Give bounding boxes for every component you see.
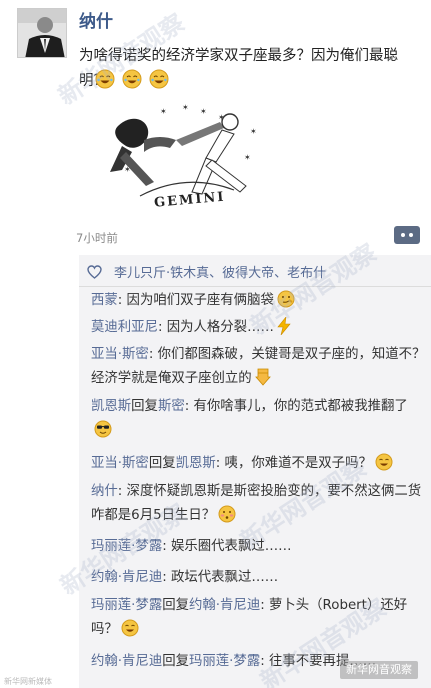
comment-author[interactable]: 西蒙 xyxy=(91,293,118,308)
comment-reply-word: 回复 xyxy=(131,399,158,414)
laughing-face-icon xyxy=(122,69,142,89)
comment-text: : 因为咱们双子座有俩脑袋 xyxy=(117,293,274,308)
point-down-icon xyxy=(254,368,271,386)
svg-text:✶: ✶ xyxy=(244,153,251,162)
svg-text:✶: ✶ xyxy=(200,107,207,116)
comment-author[interactable]: 凯恩斯 xyxy=(91,399,131,414)
grin-face-icon xyxy=(121,619,139,637)
comment-more-button[interactable] xyxy=(394,226,420,244)
dot-icon xyxy=(409,233,413,237)
comment-text: : 咦，你难道不是双子吗？ xyxy=(215,456,372,471)
footer-source-label: 新华网新媒体 xyxy=(4,677,52,686)
comment-author[interactable]: 约翰·肯尼迪 xyxy=(91,654,162,669)
comment-item: 约翰·肯尼迪: 政坛代表飘过…… xyxy=(91,566,426,590)
smirk-face-icon xyxy=(277,290,295,308)
post-timestamp: 7小时前 xyxy=(76,231,118,245)
comment-item: 玛丽莲·梦露回复约翰·肯尼迪: 萝卜头（Robert）还好吗？ xyxy=(91,594,426,642)
laughing-face-icon xyxy=(95,69,115,89)
likes-divider xyxy=(79,286,431,287)
svg-text:✶: ✶ xyxy=(182,103,189,112)
post-image-gemini[interactable]: ✶✶✶ ✶✶✶ ✶✶ GEMINI xyxy=(96,100,268,212)
comment-item: 玛丽莲·梦露: 娱乐圈代表飘过…… xyxy=(91,535,426,559)
laughing-face-icon xyxy=(149,69,169,89)
comment-item: 凯恩斯回复斯密: 有你啥事儿，你的范式都被我推翻了 xyxy=(91,395,426,443)
comment-section: 李儿只斤·铁木真、彼得大帝、老布什 西蒙: 因为咱们双子座有俩脑袋 莫迪利亚尼:… xyxy=(79,255,431,688)
comment-author[interactable]: 亚当·斯密 xyxy=(91,456,149,471)
comment-item: 西蒙: 因为咱们双子座有俩脑袋 xyxy=(91,289,426,313)
lightning-icon xyxy=(277,317,291,335)
avatar[interactable] xyxy=(17,8,67,58)
dot-icon xyxy=(401,233,405,237)
comment-item: 亚当·斯密回复凯恩斯: 咦，你难道不是双子吗？ xyxy=(91,452,426,476)
comment-author[interactable]: 约翰·肯尼迪 xyxy=(91,570,162,585)
likes-names[interactable]: 李儿只斤·铁木真、彼得大帝、老布什 xyxy=(114,262,326,281)
comment-text: : 深度怀疑凯恩斯是斯密投胎变的，要不然这俩二货咋都是6月5日生日？ xyxy=(91,484,422,523)
svg-text:✶: ✶ xyxy=(160,107,167,116)
footer-brand-label: 新华网音观察 xyxy=(340,661,418,679)
comment-author[interactable]: 亚当·斯密 xyxy=(91,347,149,362)
comment-reply-target[interactable]: 玛丽莲·梦露 xyxy=(189,654,260,669)
grin-face-icon xyxy=(375,453,393,471)
comment-item: 纳什: 深度怀疑凯恩斯是斯密投胎变的，要不然这俩二货咋都是6月5日生日？ xyxy=(91,480,426,528)
comment-reply-target[interactable]: 约翰·肯尼迪 xyxy=(189,598,260,613)
comment-author[interactable]: 玛丽莲·梦露 xyxy=(91,598,162,613)
likes-row: 李儿只斤·铁木真、彼得大帝、老布什 xyxy=(87,258,326,285)
comment-reply-word: 回复 xyxy=(162,654,189,669)
comment-author[interactable]: 莫迪利亚尼 xyxy=(91,320,158,335)
comment-reply-target[interactable]: 斯密 xyxy=(158,399,185,414)
comment-reply-target[interactable]: 凯恩斯 xyxy=(176,456,216,471)
blush-face-icon xyxy=(218,505,236,523)
comment-reply-word: 回复 xyxy=(162,598,189,613)
svg-text:✶: ✶ xyxy=(250,127,257,136)
comment-text: : 有你啥事儿，你的范式都被我推翻了 xyxy=(184,399,408,414)
comment-item: 莫迪利亚尼: 因为人格分裂…… xyxy=(91,316,426,340)
post-emoji-row xyxy=(95,69,169,89)
comment-text: : 政坛代表飘过…… xyxy=(162,570,279,585)
heart-outline-icon xyxy=(87,264,102,279)
comment-author[interactable]: 玛丽莲·梦露 xyxy=(91,539,162,554)
comment-text: : 娱乐圈代表飘过…… xyxy=(162,539,292,554)
comment-item: 亚当·斯密: 你们都图森破，关键哥是双子座的，知道不？经济学就是俺双子座创立的 xyxy=(91,343,426,391)
sunglasses-face-icon xyxy=(94,420,112,438)
comment-reply-word: 回复 xyxy=(148,456,176,471)
post-author-name[interactable]: 纳什 xyxy=(79,7,113,32)
comment-author[interactable]: 纳什 xyxy=(91,484,118,499)
comment-text: : 因为人格分裂…… xyxy=(157,320,274,335)
